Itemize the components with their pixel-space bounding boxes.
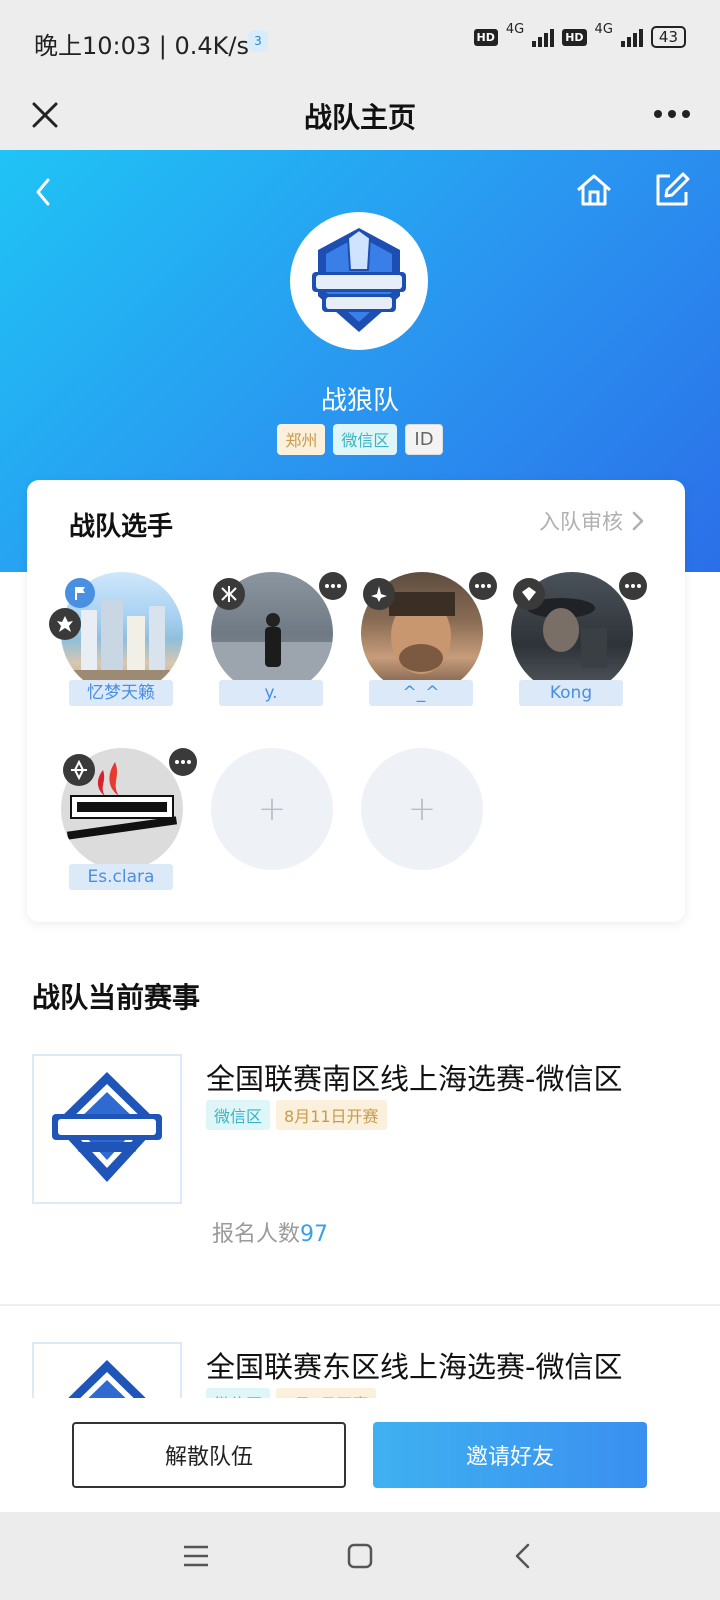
menu-icon[interactable] <box>178 1538 214 1574</box>
team-tags: 郑州 微信区 ID <box>0 424 720 455</box>
more-dots-icon <box>475 584 491 588</box>
signal-icon <box>532 27 555 47</box>
player-item[interactable]: y. <box>209 572 347 732</box>
player-more-button[interactable] <box>469 572 497 600</box>
team-name: 战狼队 <box>320 386 399 416</box>
status-bar: 晚上10:03 | 0.4K/s 3 HD 4G HD 4G 43 <box>0 0 720 80</box>
player-name: Es.clara <box>69 864 173 890</box>
player-name: Kong <box>519 680 623 706</box>
join-review-link[interactable]: 入队审核 <box>539 506 645 536</box>
event-date-tag: 8月4日开赛 <box>276 1388 377 1398</box>
back-icon[interactable] <box>506 1538 542 1574</box>
page-title: 战队主页 <box>303 101 416 134</box>
event-tags: 微信区 8月4日开赛 <box>206 1388 377 1398</box>
player-more-button[interactable] <box>169 748 197 776</box>
event-date-tag: 8月11日开赛 <box>276 1100 387 1130</box>
registration-count-value: 97 <box>300 1222 329 1247</box>
disband-team-button[interactable]: 解散队伍 <box>72 1422 346 1488</box>
network-type-label: 4G <box>505 21 525 37</box>
event-zone-tag: 微信区 <box>206 1388 271 1398</box>
role-icon <box>513 578 545 610</box>
captain-flag-icon <box>65 578 95 608</box>
signal-icon <box>620 27 643 47</box>
more-dots-icon <box>625 584 641 588</box>
chevron-right-icon <box>632 511 644 531</box>
player-name: 忆梦天籁 <box>69 680 173 706</box>
system-navigation-bar <box>0 1512 720 1600</box>
role-icon <box>213 578 245 610</box>
plus-icon: + <box>407 789 437 829</box>
city-tag: 郑州 <box>277 424 326 455</box>
event-zone-tag: 微信区 <box>206 1100 271 1130</box>
invite-friends-button[interactable]: 邀请好友 <box>373 1422 647 1488</box>
player-item[interactable]: Kong <box>509 572 647 732</box>
more-dots-icon <box>175 760 191 764</box>
hd-icon: HD <box>473 28 498 46</box>
plus-icon: + <box>257 789 287 829</box>
event-registration-count: 报名人数97 <box>212 1216 328 1248</box>
team-logo-emblem-icon <box>312 228 406 332</box>
battery-icon: 43 <box>650 26 686 48</box>
event-tags: 微信区 8月11日开赛 <box>206 1100 387 1130</box>
divider <box>0 1304 720 1306</box>
top-nav-bar: 战队主页 <box>0 80 720 150</box>
registration-count-label: 报名人数 <box>212 1222 301 1247</box>
event-item[interactable]: 全国联赛东区线上海选赛-微信区 微信区 8月4日开赛 <box>0 1342 720 1398</box>
join-review-label: 入队审核 <box>539 510 623 534</box>
events-section-title: 战队当前赛事 <box>32 981 201 1014</box>
add-player-slot[interactable]: + <box>361 748 483 870</box>
home-square-icon[interactable] <box>342 1538 378 1574</box>
team-players-card: 战队选手 入队审核 忆梦天籁 y. ^_^ Kong Es.clara + + <box>27 480 685 922</box>
event-title: 全国联赛南区线上海选赛-微信区 <box>206 1062 623 1096</box>
player-name: y. <box>219 680 323 706</box>
player-name: ^_^ <box>369 680 473 706</box>
player-more-button[interactable] <box>619 572 647 600</box>
hd-icon: HD <box>562 28 587 46</box>
players-section-title: 战队选手 <box>69 512 174 542</box>
event-thumbnail <box>32 1054 182 1204</box>
role-icon <box>63 754 95 786</box>
team-logo <box>290 212 428 350</box>
zone-tag: 微信区 <box>333 424 398 455</box>
team-id-badge[interactable]: ID <box>405 424 443 455</box>
event-thumbnail <box>32 1342 182 1398</box>
notification-badge: 3 <box>248 30 268 52</box>
bottom-action-bar: 解散队伍 邀请好友 <box>0 1398 720 1512</box>
status-indicators: HD 4G HD 4G 43 <box>473 22 686 48</box>
player-item[interactable]: 忆梦天籁 <box>49 572 183 732</box>
role-icon <box>49 608 81 640</box>
league-logo-icon <box>52 1072 162 1182</box>
player-item[interactable]: ^_^ <box>359 572 497 732</box>
event-title: 全国联赛东区线上海选赛-微信区 <box>206 1350 623 1384</box>
player-more-button[interactable] <box>319 572 347 600</box>
player-item[interactable]: Es.clara <box>59 748 197 908</box>
network-type-label: 4G <box>594 21 613 37</box>
role-icon <box>363 578 395 610</box>
league-logo-icon <box>68 1360 146 1398</box>
home-icon[interactable] <box>572 168 616 212</box>
more-dots-icon <box>325 584 341 588</box>
status-time: 晚上10:03 | 0.4K/s <box>34 32 250 60</box>
back-arrow-icon[interactable] <box>22 170 66 214</box>
add-player-slot[interactable]: + <box>211 748 333 870</box>
edit-icon[interactable] <box>650 168 694 212</box>
more-icon[interactable] <box>648 94 696 134</box>
